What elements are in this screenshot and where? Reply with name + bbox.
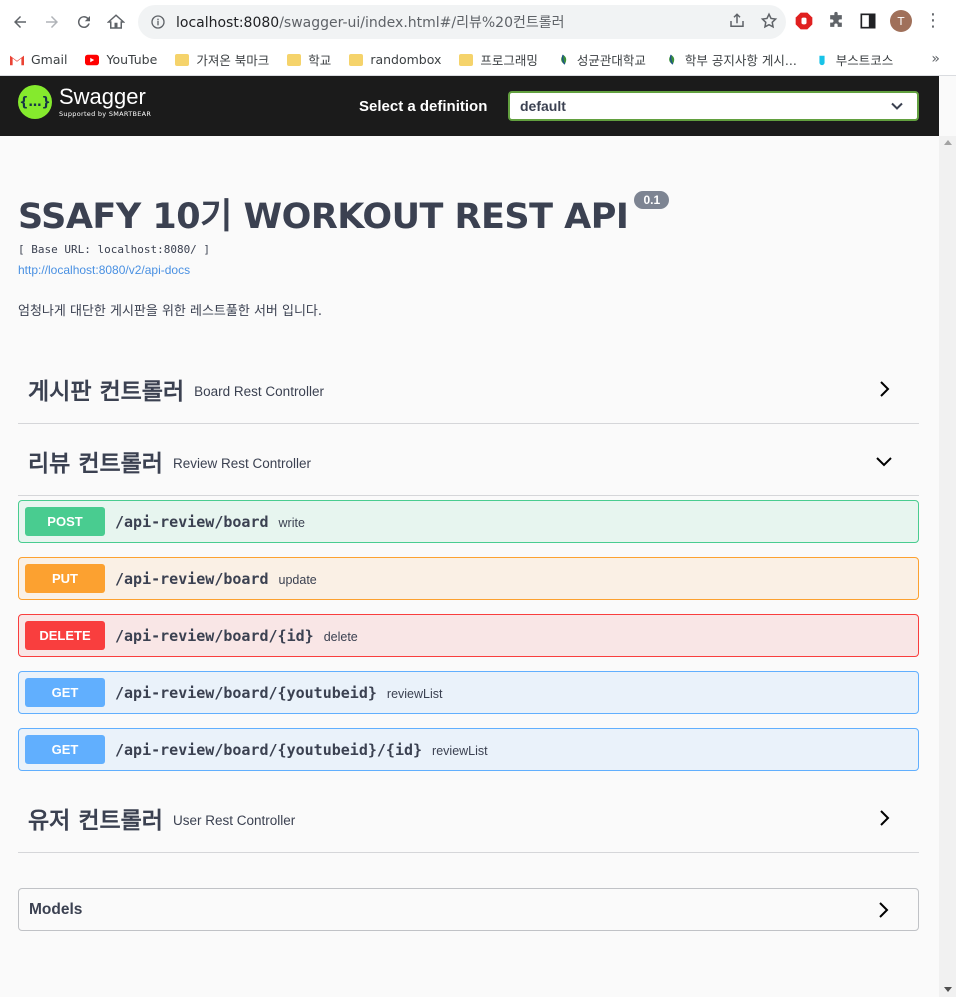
boostcourse-icon — [819, 55, 825, 65]
definition-select-value: default — [520, 98, 566, 114]
chevron-right-icon[interactable] — [874, 901, 892, 919]
base-url: [ Base URL: localhost:8080/ ] — [18, 243, 211, 256]
tag-description: Board Rest Controller — [194, 384, 324, 399]
operation-path: /api-review/board/{youtubeid}/{id} — [115, 740, 423, 759]
forward-button[interactable] — [36, 6, 68, 38]
avatar[interactable]: T — [890, 10, 912, 32]
site-info-icon[interactable] — [150, 14, 166, 30]
tag-description: Review Rest Controller — [172, 456, 312, 471]
tag-name: 리뷰 컨트롤러 — [28, 450, 163, 477]
operation-summary: delete — [323, 629, 358, 644]
models-label: Models — [29, 900, 83, 918]
operation-delete-review-board[interactable]: DELETE /api-review/board/{id} delete — [18, 614, 919, 657]
youtube-icon — [85, 54, 100, 65]
api-docs-link[interactable]: http://localhost:8080/v2/api-docs — [18, 263, 190, 277]
operation-get-review-detail[interactable]: GET /api-review/board/{youtubeid}/{id} r… — [18, 728, 919, 771]
folder-icon — [175, 53, 190, 66]
arrow-right-icon — [46, 16, 58, 28]
api-title: SSAFY 10기 WORKOUT REST API — [18, 197, 629, 237]
operation-summary: write — [278, 515, 305, 530]
operation-path: /api-review/board — [115, 569, 269, 588]
back-button[interactable] — [4, 6, 36, 38]
tag-name: 유저 컨트롤러 — [28, 807, 163, 834]
bookmark-folder-programming[interactable]: 프로그래밍 — [459, 50, 538, 69]
extensions-icon[interactable] — [826, 11, 846, 31]
folder-icon — [459, 53, 474, 66]
version-badge: 0.1 — [634, 191, 670, 209]
star-icon[interactable] — [760, 12, 778, 30]
menu-kebab-icon[interactable]: ⋮ — [924, 12, 942, 30]
operation-post-review-board[interactable]: POST /api-review/board write — [18, 500, 919, 543]
bookmark-gmail[interactable]: Gmail — [10, 52, 67, 67]
swagger-brand: Swagger — [59, 84, 146, 109]
tag-board-controller[interactable]: 게시판 컨트롤러 Board Rest Controller — [18, 354, 919, 424]
page-scrollbar[interactable] — [939, 136, 956, 997]
skku-icon — [669, 54, 675, 65]
bookmark-folder-imported[interactable]: 가져온 북마크 — [175, 50, 269, 69]
api-description: 엄청나게 대단한 게시판을 위한 레스트풀한 서버 입니다. — [18, 304, 323, 319]
bookmark-skku[interactable]: 성균관대학교 — [556, 50, 646, 69]
tag-description: User Rest Controller — [172, 813, 296, 828]
method-badge: GET — [25, 735, 105, 764]
arrow-left-icon — [14, 16, 26, 28]
adblock-icon[interactable] — [794, 11, 814, 31]
folder-icon — [349, 53, 364, 66]
page-title: SSAFY 10기 WORKOUT REST API 0.1 — [18, 188, 918, 239]
api-info: SSAFY 10기 WORKOUT REST API 0.1 [ Base UR… — [18, 188, 918, 319]
operation-put-review-board[interactable]: PUT /api-review/board update — [18, 557, 919, 600]
tag-review-controller[interactable]: 리뷰 컨트롤러 Review Rest Controller — [18, 426, 919, 496]
home-button[interactable] — [100, 6, 132, 38]
side-panel-icon[interactable] — [858, 11, 878, 31]
definition-label: Select a definition — [359, 98, 488, 115]
bookmark-folder-randombox[interactable]: randombox — [349, 52, 441, 67]
swagger-topbar: {…} Swagger Supported by SMARTBEAR Selec… — [0, 76, 939, 136]
method-badge: DELETE — [25, 621, 105, 650]
operation-get-review-list[interactable]: GET /api-review/board/{youtubeid} review… — [18, 671, 919, 714]
swagger-brand-sub: Supported by SMARTBEAR — [59, 110, 152, 118]
skku-icon — [561, 54, 567, 65]
operation-path: /api-review/board — [115, 512, 269, 531]
bookmarks-more-button[interactable]: » — [931, 51, 940, 67]
home-icon — [107, 14, 125, 29]
bookmark-skku-notice[interactable]: 학부 공지사항 게시... — [664, 50, 797, 69]
scroll-up-arrow-icon[interactable] — [944, 140, 952, 145]
chevron-right-icon[interactable] — [875, 809, 893, 827]
gmail-icon — [10, 55, 24, 65]
share-icon[interactable] — [728, 12, 746, 30]
operation-summary: reviewList — [386, 686, 443, 701]
swagger-logo[interactable]: {…} Swagger Supported by SMARTBEAR — [18, 85, 151, 119]
operation-summary: update — [278, 572, 317, 587]
reload-button[interactable] — [68, 6, 100, 38]
folder-icon — [287, 53, 302, 66]
chevron-down-icon — [891, 102, 903, 110]
bookmarks-bar: Gmail YouTube 가져온 북마크 학교 randombox 프로그래밍… — [0, 44, 956, 76]
browser-toolbar: localhost:8080/swagger-ui/index.html#/리뷰… — [0, 0, 956, 44]
scroll-down-arrow-icon[interactable] — [944, 987, 952, 992]
tag-name: 게시판 컨트롤러 — [28, 378, 185, 405]
models-section[interactable]: Models — [18, 888, 919, 931]
bookmark-folder-school[interactable]: 학교 — [287, 50, 331, 69]
address-bar[interactable]: localhost:8080/swagger-ui/index.html#/리뷰… — [138, 5, 786, 39]
method-badge: GET — [25, 678, 105, 707]
swagger-logo-icon: {…} — [18, 85, 52, 119]
bookmark-boostcourse[interactable]: 부스트코스 — [815, 50, 893, 69]
tag-user-controller[interactable]: 유저 컨트롤러 User Rest Controller — [18, 783, 919, 853]
operation-path: /api-review/board/{id} — [115, 626, 314, 645]
method-badge: PUT — [25, 564, 105, 593]
operation-path: /api-review/board/{youtubeid} — [115, 683, 377, 702]
bookmark-youtube[interactable]: YouTube — [85, 52, 157, 67]
operation-summary: reviewList — [432, 743, 488, 758]
url-text: localhost:8080/swagger-ui/index.html#/리뷰… — [176, 15, 565, 31]
method-badge: POST — [25, 507, 105, 536]
chevron-down-icon[interactable] — [875, 452, 893, 470]
chevron-right-icon[interactable] — [875, 380, 893, 398]
definition-select[interactable]: default — [508, 91, 919, 121]
reload-icon — [77, 16, 90, 29]
